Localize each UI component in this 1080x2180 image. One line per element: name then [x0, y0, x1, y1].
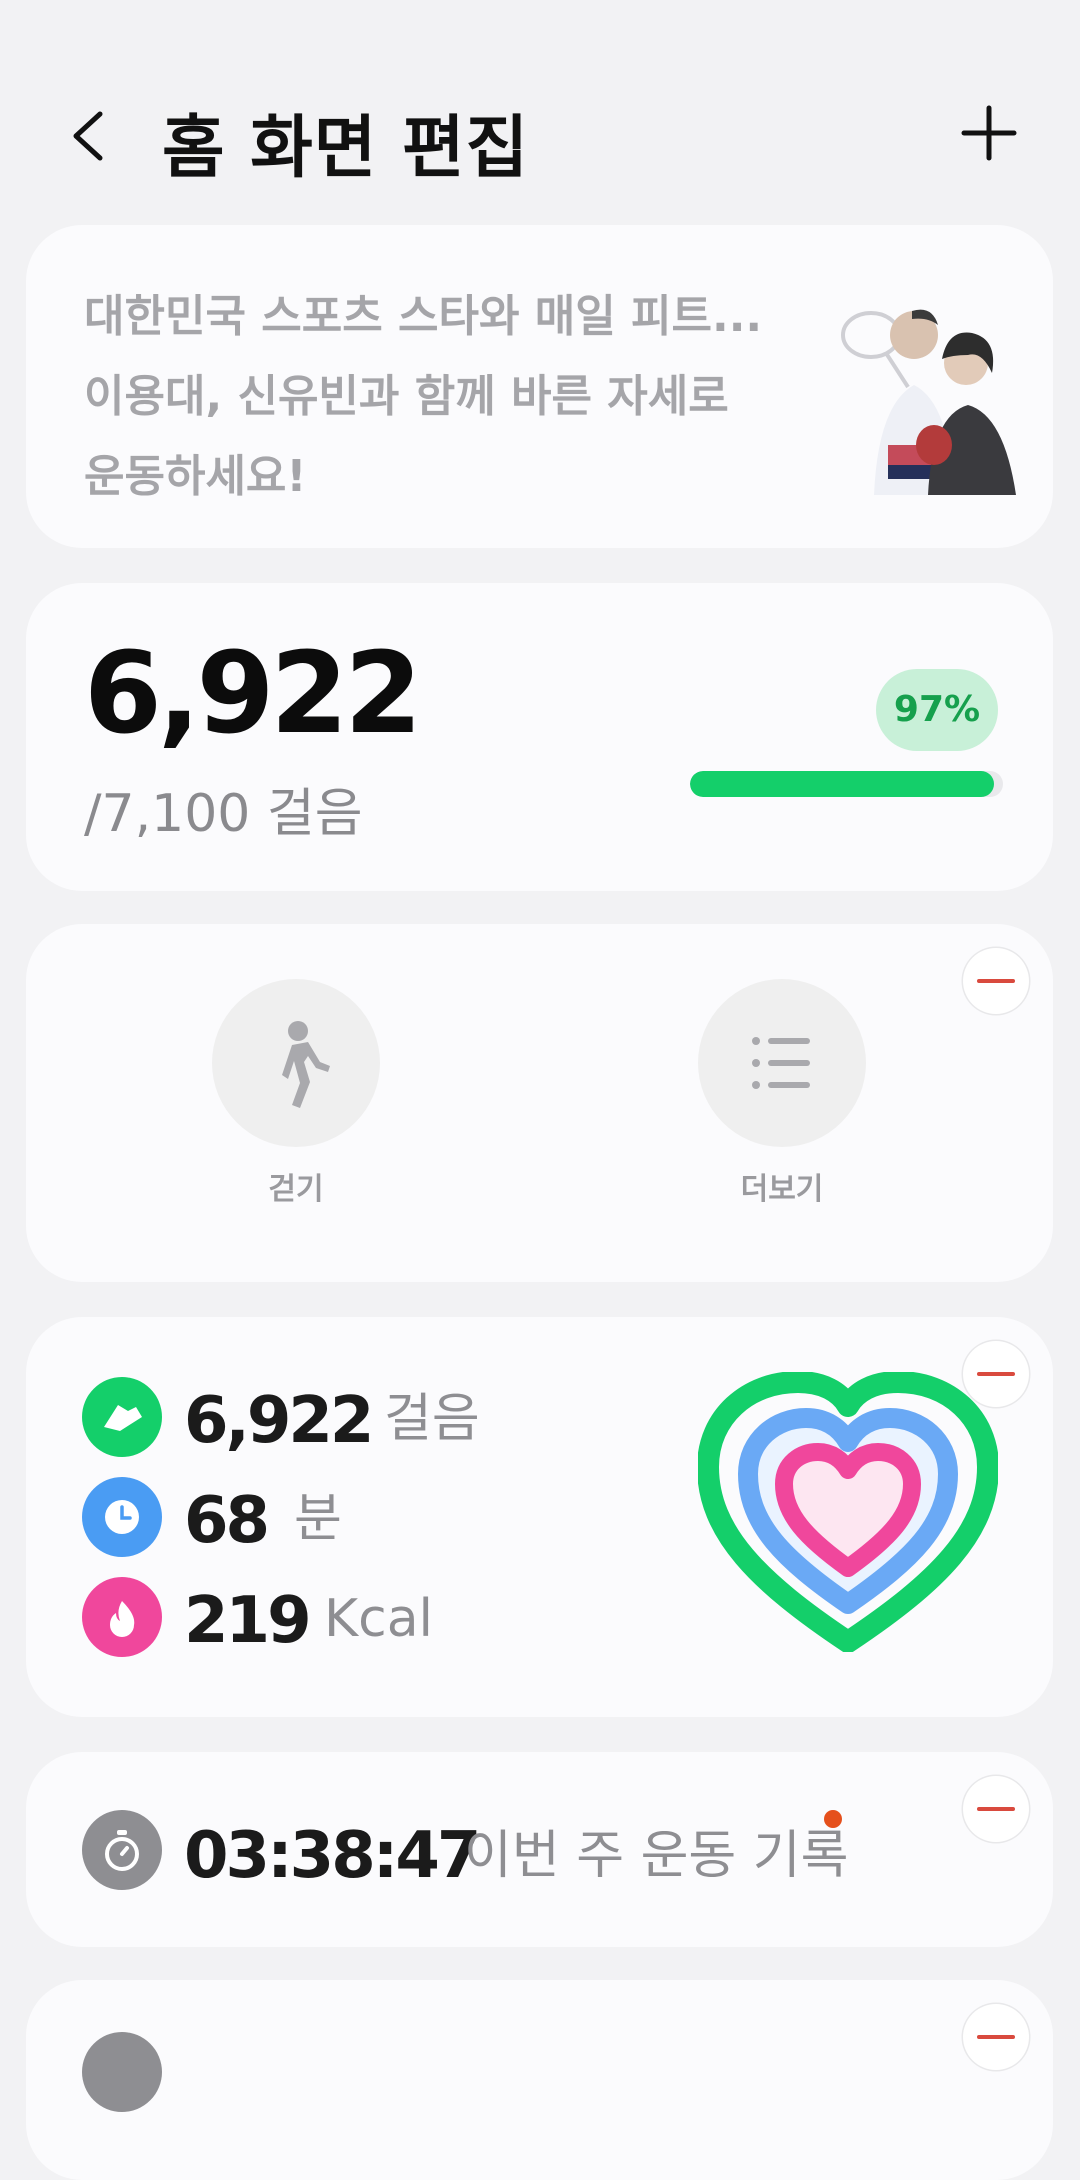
- activity-steps-value: 6,922: [184, 1384, 374, 1458]
- steps-goal: /7,100 걸음: [84, 784, 363, 844]
- promo-text-line-1: 대한민국 스포츠 스타와 매일 피트...: [84, 291, 763, 342]
- promo-banner-card[interactable]: 대한민국 스포츠 스타와 매일 피트... 이용대, 신유빈과 함께 바른 자세…: [26, 225, 1053, 548]
- shortcut-walking-button[interactable]: [212, 979, 380, 1147]
- steps-progress-fill: [690, 771, 994, 797]
- activity-calories-value: 219: [184, 1584, 312, 1658]
- shortcuts-card: 걷기 더보기: [26, 924, 1053, 1282]
- flame-icon: [82, 1577, 162, 1657]
- back-button[interactable]: [60, 100, 120, 170]
- activity-calories-unit: Kcal: [324, 1589, 434, 1649]
- clock-icon: [82, 1477, 162, 1557]
- steps-percent-badge: 97%: [876, 669, 998, 751]
- steps-card[interactable]: 6,922 /7,100 걸음 97%: [26, 583, 1053, 891]
- stopwatch-icon: [82, 1810, 162, 1890]
- list-icon: [752, 1037, 810, 1089]
- weekly-workout-card[interactable]: 03:38:47 이번 주 운동 기록: [26, 1752, 1053, 1947]
- shortcut-more-label: 더보기: [740, 1172, 824, 1207]
- activity-steps-unit: 걸음: [384, 1389, 480, 1449]
- remove-widget-button[interactable]: [963, 2004, 1029, 2070]
- page-title: 홈 화면 편집: [162, 109, 530, 188]
- promo-text-line-2: 이용대, 신유빈과 함께 바른 자세로: [84, 371, 729, 422]
- shortcut-walking-label: 걷기: [268, 1172, 324, 1207]
- next-widget-card[interactable]: [26, 1980, 1053, 2180]
- activity-minutes-value: 68: [184, 1484, 270, 1558]
- widget-icon: [82, 2032, 162, 2112]
- remove-widget-button[interactable]: [963, 1776, 1029, 1842]
- shoe-icon: [82, 1377, 162, 1457]
- activity-minutes-unit: 분: [294, 1489, 342, 1549]
- steps-count: 6,922: [84, 629, 422, 759]
- workout-label: 이번 주 운동 기록: [464, 1826, 849, 1886]
- new-badge-dot: [824, 1810, 842, 1828]
- add-widget-button[interactable]: [958, 102, 1020, 164]
- athletes-image: [841, 309, 1016, 495]
- walking-person-icon: [282, 1021, 330, 1108]
- chevron-left-icon: [73, 111, 103, 161]
- workout-time-value: 03:38:47: [184, 1819, 481, 1893]
- activity-heart-rings-icon: [698, 1372, 998, 1652]
- steps-progress-bar: [690, 771, 1003, 797]
- promo-text-line-3: 운동하세요!: [84, 451, 307, 502]
- plus-icon: [961, 105, 1017, 161]
- remove-widget-button[interactable]: [963, 948, 1029, 1014]
- shortcut-more-button[interactable]: [698, 979, 866, 1147]
- daily-activity-card[interactable]: 6,922 걸음 68 분 219 Kcal: [26, 1317, 1053, 1717]
